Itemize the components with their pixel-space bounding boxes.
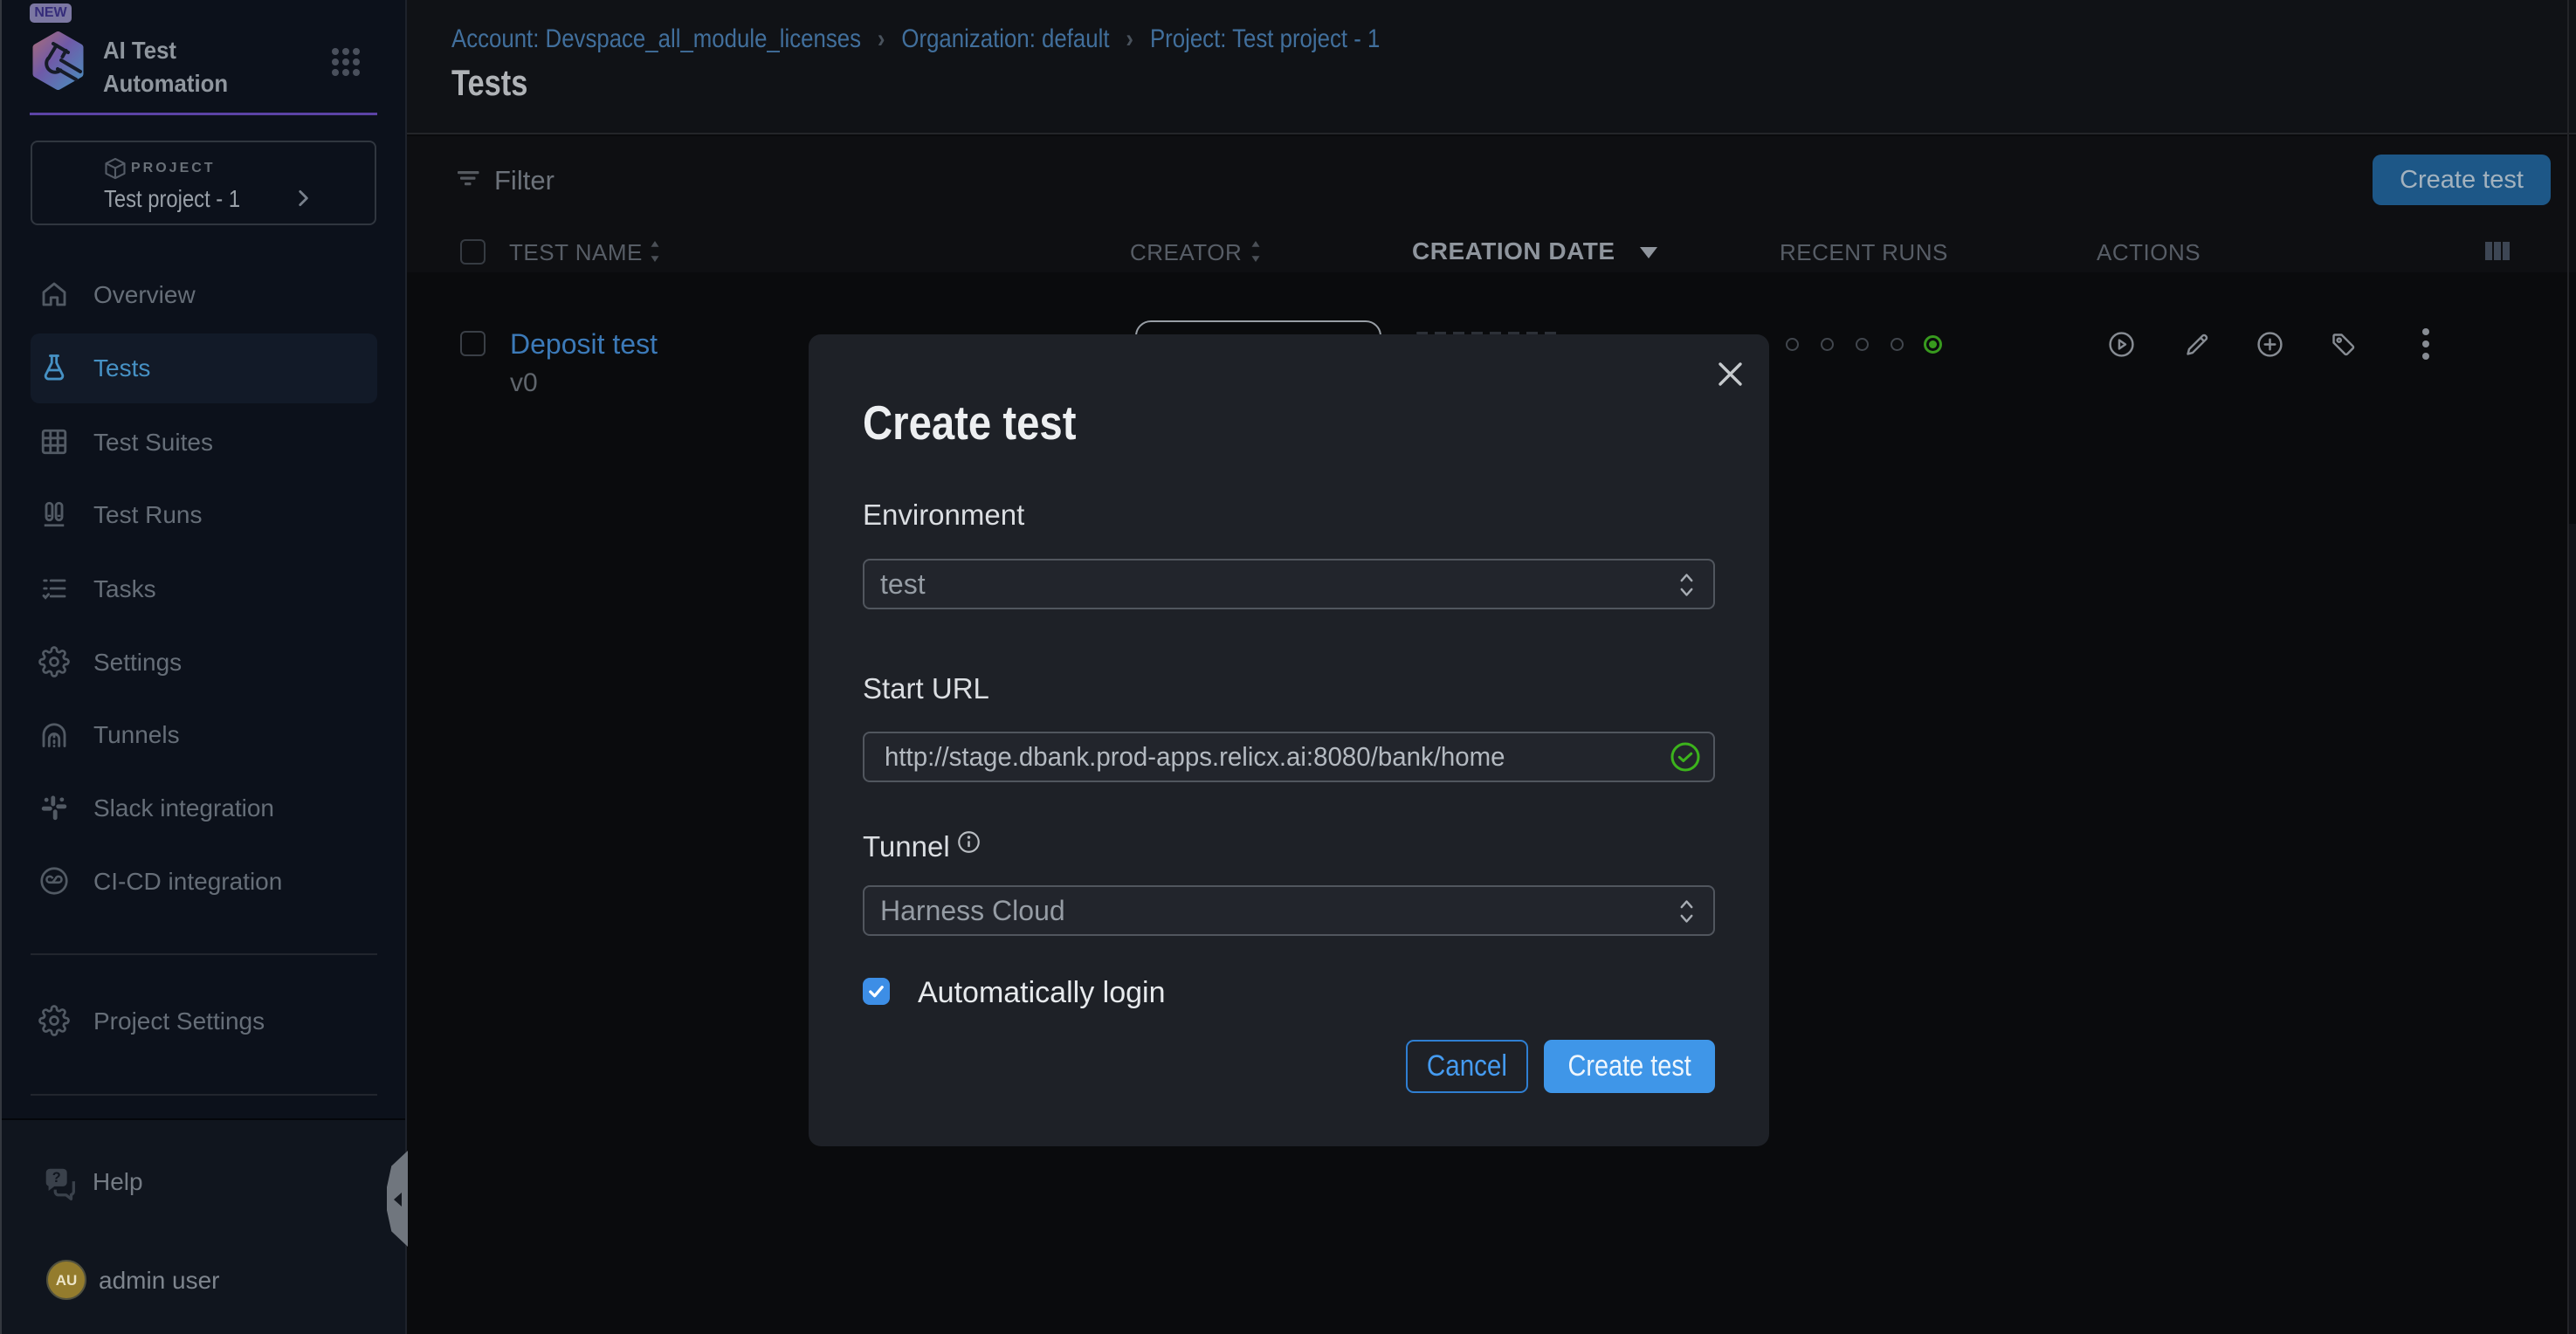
- svg-text:?: ?: [52, 1170, 61, 1186]
